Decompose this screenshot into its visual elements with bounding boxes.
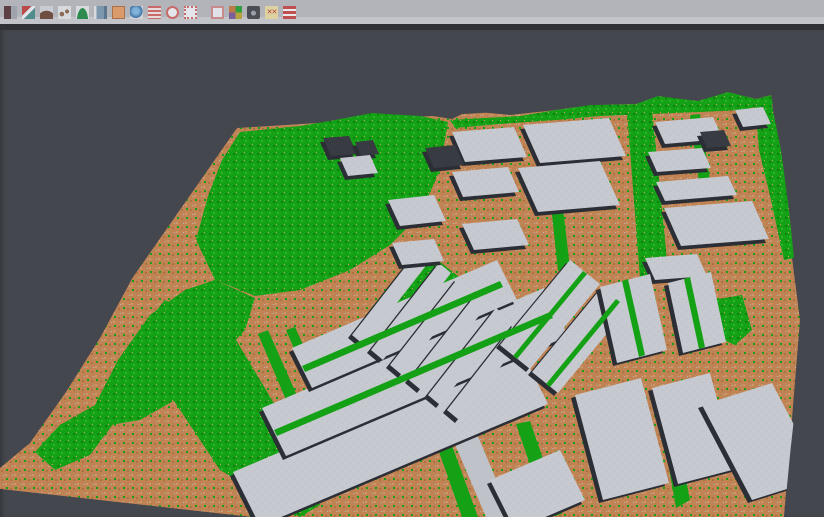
delete-marks-icon bbox=[265, 6, 278, 19]
thin-points-icon bbox=[58, 6, 71, 19]
classified-cloud-button[interactable] bbox=[227, 2, 244, 22]
globe-view-icon bbox=[130, 6, 143, 19]
terrain-model-button[interactable] bbox=[74, 2, 91, 22]
edit-points-button[interactable] bbox=[2, 2, 19, 22]
tile-boundary-button[interactable] bbox=[209, 2, 226, 22]
registration-button[interactable] bbox=[20, 2, 37, 22]
extent-select-icon bbox=[184, 6, 197, 19]
tin-surface-button[interactable] bbox=[38, 2, 55, 22]
delete-marks-button[interactable] bbox=[263, 2, 280, 22]
orthophoto-icon bbox=[112, 6, 125, 19]
classified-cloud-icon bbox=[229, 6, 242, 19]
toolbar bbox=[0, 0, 824, 24]
class-list-icon bbox=[148, 6, 161, 19]
registration-icon bbox=[22, 6, 35, 19]
extent-select-button[interactable] bbox=[182, 2, 199, 22]
profile-view-icon bbox=[94, 6, 107, 19]
tin-surface-icon bbox=[40, 6, 53, 19]
orthophoto-button[interactable] bbox=[110, 2, 127, 22]
circle-select-button[interactable] bbox=[164, 2, 181, 22]
circle-select-icon bbox=[166, 6, 179, 19]
edit-points-icon bbox=[4, 6, 17, 19]
terrain-model-icon bbox=[76, 6, 89, 19]
layer-bars-button[interactable] bbox=[281, 2, 298, 22]
tile-boundary-icon bbox=[211, 6, 224, 19]
class-list-button[interactable] bbox=[146, 2, 163, 22]
globe-view-button[interactable] bbox=[128, 2, 145, 22]
layer-bars-icon bbox=[283, 6, 296, 19]
thin-points-button[interactable] bbox=[56, 2, 73, 22]
viewport-3d[interactable] bbox=[0, 30, 824, 517]
point-cloud-scene bbox=[0, 30, 824, 517]
camera-view-button[interactable] bbox=[245, 2, 262, 22]
camera-view-icon bbox=[247, 6, 260, 19]
profile-view-button[interactable] bbox=[92, 2, 109, 22]
